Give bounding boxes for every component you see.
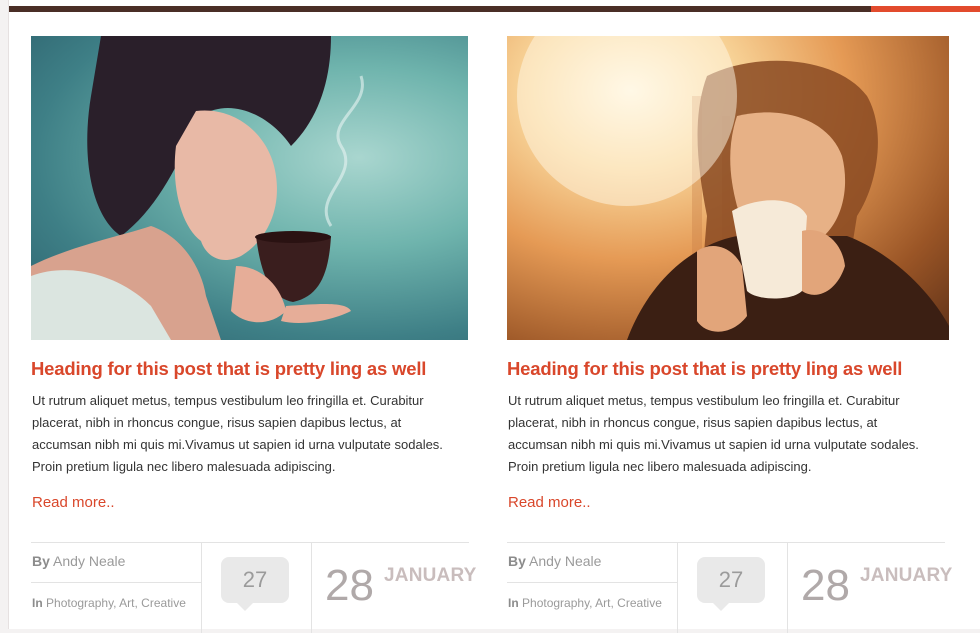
- read-more-link[interactable]: Read more..: [508, 494, 591, 511]
- post-meta: By Andy Neale In Photography, Art, Creat…: [507, 542, 952, 633]
- post-heading[interactable]: Heading for this post that is pretty lin…: [507, 358, 949, 380]
- post-image[interactable]: [31, 36, 468, 340]
- date-day: 28: [325, 561, 374, 610]
- date-month: JANUARY: [860, 565, 953, 586]
- post-card: Heading for this post that is pretty lin…: [31, 36, 476, 633]
- post-card: Heading for this post that is pretty lin…: [507, 36, 952, 633]
- post-excerpt: Ut rutrum aliquet metus, tempus vestibul…: [32, 393, 443, 474]
- category-links[interactable]: Photography, Art, Creative: [522, 596, 662, 610]
- author-line: By Andy Neale: [32, 553, 125, 569]
- comment-count: 27: [242, 567, 268, 592]
- read-more-link[interactable]: Read more..: [32, 494, 115, 511]
- meta-author-block: By Andy Neale In Photography, Art, Creat…: [31, 543, 202, 633]
- by-label: By: [32, 553, 50, 569]
- post-meta: By Andy Neale In Photography, Art, Creat…: [31, 542, 476, 633]
- top-bar: [9, 6, 871, 12]
- meta-author-block: By Andy Neale In Photography, Art, Creat…: [507, 543, 678, 633]
- category-line: In Photography, Art, Creative: [508, 596, 662, 610]
- comment-bubble-icon: 27: [697, 557, 765, 603]
- comment-bubble-tail: [235, 601, 255, 611]
- blog-page: Heading for this post that is pretty lin…: [8, 0, 980, 633]
- post-heading[interactable]: Heading for this post that is pretty lin…: [31, 358, 468, 380]
- woman-with-cup-photo: [31, 36, 364, 340]
- comment-count: 27: [718, 567, 744, 592]
- comments-block[interactable]: 27: [677, 543, 788, 633]
- date-month: JANUARY: [384, 565, 477, 586]
- woman-drinking-photo: [517, 36, 949, 340]
- in-label: In: [508, 596, 519, 610]
- date-day: 28: [801, 561, 850, 610]
- post-image[interactable]: [507, 36, 949, 340]
- in-label: In: [32, 596, 43, 610]
- post-excerpt: Ut rutrum aliquet metus, tempus vestibul…: [508, 393, 919, 474]
- comment-bubble-tail: [711, 601, 731, 611]
- comments-block[interactable]: 27: [201, 543, 312, 633]
- comment-bubble-icon: 27: [221, 557, 289, 603]
- top-bar-accent: [871, 6, 980, 12]
- author-link[interactable]: Andy Neale: [529, 553, 601, 569]
- meta-divider: [507, 582, 677, 583]
- category-line: In Photography, Art, Creative: [32, 596, 186, 610]
- author-line: By Andy Neale: [508, 553, 601, 569]
- by-label: By: [508, 553, 526, 569]
- meta-divider: [31, 582, 201, 583]
- author-link[interactable]: Andy Neale: [53, 553, 125, 569]
- category-links[interactable]: Photography, Art, Creative: [46, 596, 186, 610]
